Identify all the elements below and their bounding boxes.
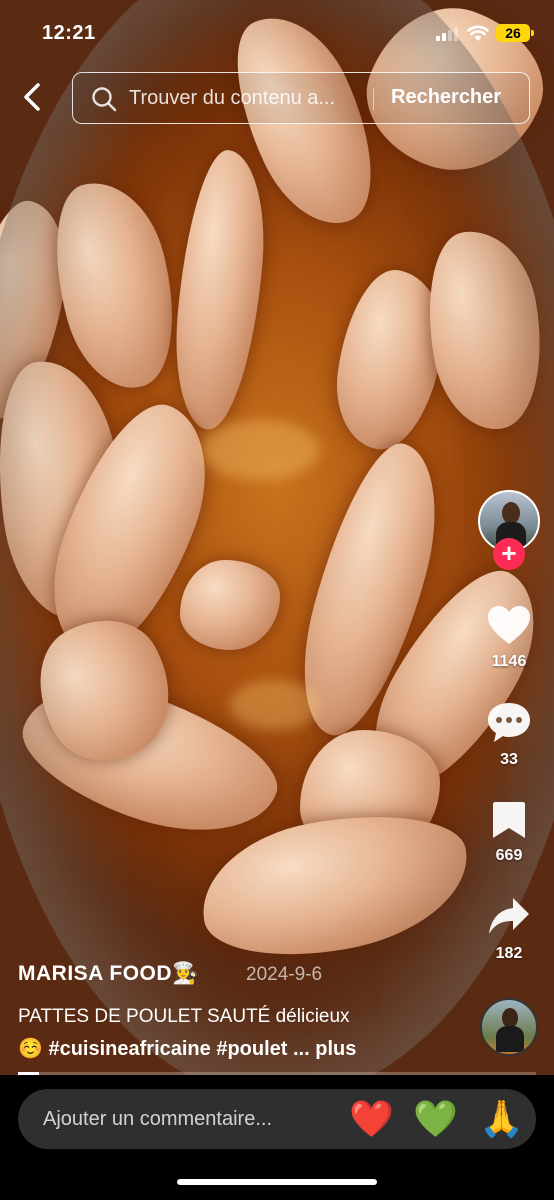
battery-indicator: 26 [496,24,534,42]
status-bar: 12:21 26 [0,0,554,62]
sound-disc[interactable] [480,998,538,1056]
more-link[interactable]: plus [315,1038,356,1060]
comment-icon [488,703,530,742]
share-icon [489,898,529,934]
bottom-bar: Ajouter un commentaire... ❤️ 💚 🙏 [0,1075,554,1200]
back-chevron-icon[interactable] [18,80,50,114]
pan-edge [0,0,554,1075]
like-button[interactable]: 1146 [480,604,538,671]
author-name[interactable]: MARISA FOOD👩‍🍳 [18,962,199,986]
caption-line-1: PATTES DE POULET SAUTÉ délicieux [18,1006,350,1027]
caption-hashtags[interactable]: ☺️ #cuisineafricaine #poulet ... [18,1038,310,1060]
comment-placeholder: Ajouter un commentaire... [43,1108,272,1130]
save-count: 669 [495,847,523,864]
emoji-green-heart[interactable]: 💚 [413,1097,458,1141]
share-button[interactable]: 182 [480,896,538,963]
comment-input[interactable]: Ajouter un commentaire... ❤️ 💚 🙏 [18,1089,536,1149]
comment-count: 33 [500,751,518,768]
emoji-praying-hands[interactable]: 🙏 [479,1097,524,1141]
wifi-icon [467,25,489,41]
bookmark-icon [493,802,525,838]
like-count: 1146 [491,653,527,670]
search-input[interactable]: Trouver du contenu a... [129,87,369,110]
status-time: 12:21 [42,22,96,44]
save-button[interactable]: 669 [480,800,538,865]
post-date: 2024-9-6 [246,964,323,985]
comment-button[interactable]: 33 [480,700,538,769]
search-icon [92,87,117,112]
cellular-signal-icon [436,27,458,41]
caption-line-2: ☺️ #cuisineafricaine #poulet ... plus [18,1036,356,1061]
search-button[interactable]: Rechercher [391,86,501,109]
emoji-red-heart[interactable]: ❤️ [349,1097,394,1141]
follow-button[interactable]: + [493,538,525,570]
divider [373,88,374,110]
search-bar[interactable]: Trouver du contenu a... Rechercher [72,72,530,124]
video-player[interactable] [0,0,554,1075]
home-indicator [177,1179,377,1185]
share-count: 182 [495,945,523,962]
heart-icon [488,606,530,644]
